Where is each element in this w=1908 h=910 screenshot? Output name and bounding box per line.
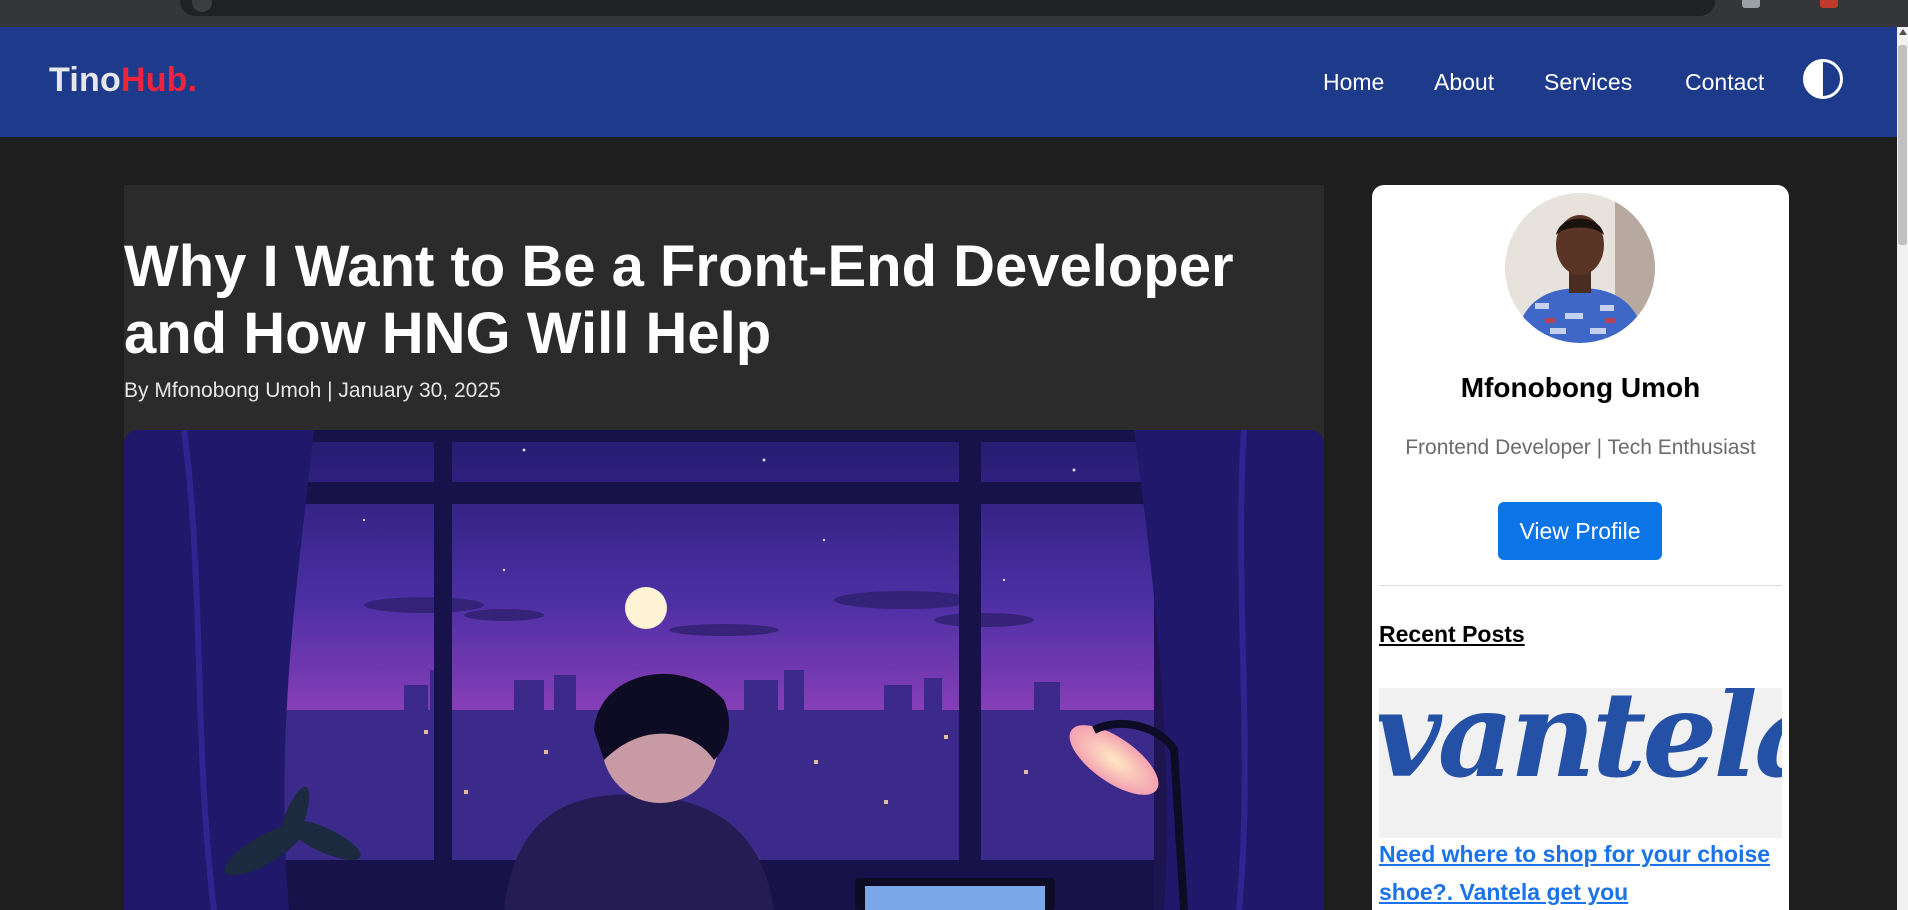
site-logo[interactable]: TinoHub. bbox=[49, 61, 197, 100]
nav-about[interactable]: About bbox=[1434, 69, 1494, 96]
site-info-icon[interactable] bbox=[192, 0, 212, 12]
logo-primary-text: Tino bbox=[49, 61, 121, 99]
clear-icon[interactable]: × bbox=[1672, 0, 1681, 6]
recent-posts-heading: Recent Posts bbox=[1379, 621, 1525, 647]
scroll-thumb[interactable] bbox=[1898, 45, 1907, 245]
browser-toolbar: × bbox=[0, 0, 1908, 27]
author-name: Mfonobong Umoh bbox=[1460, 372, 1701, 403]
recent-post-link[interactable]: Need where to shop for your choise shoe?… bbox=[1379, 835, 1782, 910]
vantela-logo: vantela bbox=[1379, 688, 1782, 804]
nav-contact[interactable]: Contact bbox=[1685, 69, 1764, 96]
logo-accent-text: Hub. bbox=[120, 61, 198, 99]
profile-avatar-icon[interactable] bbox=[1820, 0, 1838, 8]
author-sidebar: Mfonobong Umoh Frontend Developer | Tech… bbox=[1372, 185, 1789, 910]
extension-icon[interactable] bbox=[1742, 0, 1760, 8]
author-avatar bbox=[1505, 193, 1655, 343]
sidebar-divider bbox=[1379, 585, 1782, 586]
recent-post-image[interactable]: vantela bbox=[1379, 688, 1782, 838]
article-hero-image bbox=[124, 430, 1324, 910]
article-title: Why I Want to Be a Front-End Developer a… bbox=[124, 234, 1234, 366]
theme-toggle-icon[interactable] bbox=[1803, 59, 1843, 99]
page-scrollbar[interactable] bbox=[1897, 27, 1908, 910]
scroll-up-arrow-icon[interactable] bbox=[1899, 29, 1907, 35]
address-bar[interactable]: × bbox=[180, 0, 1715, 16]
nav-home[interactable]: Home bbox=[1323, 69, 1384, 96]
site-header: TinoHub. Home About Services Contact bbox=[0, 27, 1897, 137]
article-byline: By Mfonobong Umoh | January 30, 2025 bbox=[124, 379, 501, 402]
author-role: Frontend Developer | Tech Enthusiast bbox=[1405, 436, 1756, 459]
nav-services[interactable]: Services bbox=[1544, 69, 1632, 96]
view-profile-button[interactable]: View Profile bbox=[1498, 502, 1662, 560]
